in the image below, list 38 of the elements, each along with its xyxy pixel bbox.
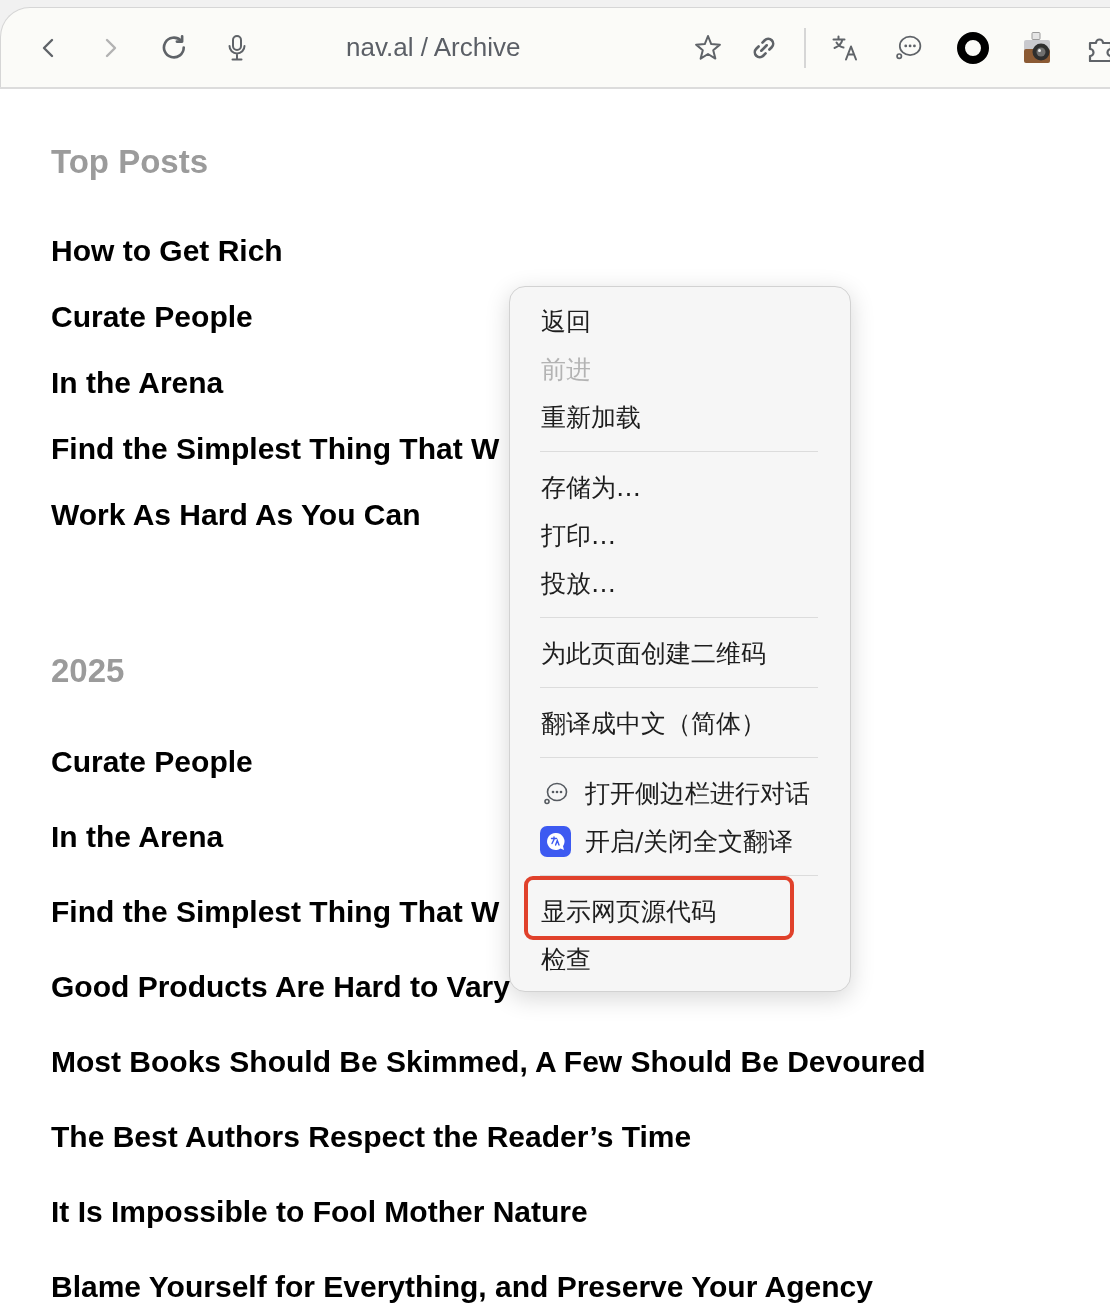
post-link[interactable]: Work As Hard As You Can <box>51 497 421 533</box>
post-link[interactable]: Find the Simplest Thing That W <box>51 431 500 467</box>
chat-tile-icon <box>540 825 571 857</box>
post-link[interactable]: How to Get Rich <box>51 233 283 269</box>
star-icon[interactable] <box>694 34 722 61</box>
post-link[interactable]: The Best Authors Respect the Reader’s Time <box>51 1120 692 1154</box>
speech-bubble-icon <box>544 781 568 805</box>
post-link[interactable]: Blame Yourself for Everything, and Preserve Your Agency <box>51 1270 873 1304</box>
link-icon[interactable] <box>752 35 776 60</box>
translate-icon[interactable] <box>832 34 858 61</box>
post-link[interactable]: Most Books Should Be Skimmed, A Few Should Be Devoured <box>51 1045 926 1079</box>
microphone-icon[interactable] <box>228 34 246 61</box>
reload-icon[interactable] <box>161 35 187 60</box>
menu-item[interactable]: 返回 <box>510 297 850 345</box>
menu-item[interactable]: 检查 <box>510 935 850 983</box>
chevron-left-icon[interactable] <box>42 37 54 58</box>
post-link[interactable]: In the Arena <box>51 365 224 401</box>
post-link[interactable]: Good Products Are Hard to Vary <box>51 970 510 1004</box>
address-field[interactable]: nav.al / Archive <box>346 32 521 63</box>
menu-item[interactable]: 投放… <box>510 559 850 607</box>
menu-item[interactable]: 开启/关闭全文翻译 <box>510 817 850 865</box>
menu-item[interactable]: 重新加载 <box>510 393 850 441</box>
menu-item[interactable]: 打印… <box>510 511 850 559</box>
section-heading: Top Posts <box>51 142 209 182</box>
post-link[interactable]: Curate People <box>51 745 253 779</box>
camera-icon[interactable] <box>1022 31 1052 64</box>
ring-icon[interactable] <box>957 31 989 64</box>
speech-bubble-icon[interactable] <box>896 35 922 60</box>
post-link[interactable]: Curate People <box>51 299 253 335</box>
menu-item[interactable]: 打开侧边栏进行对话 <box>510 769 850 817</box>
post-link[interactable]: Find the Simplest Thing That W <box>51 895 500 929</box>
menu-item[interactable]: 存储为… <box>510 463 850 511</box>
post-link[interactable]: It Is Impossible to Fool Mother Nature <box>51 1195 588 1229</box>
menu-item[interactable]: 显示网页源代码 <box>510 887 850 935</box>
menu-item[interactable]: 翻译成中文（简体） <box>510 699 850 747</box>
post-link[interactable]: In the Arena <box>51 820 224 854</box>
section-heading: 2025 <box>51 651 125 691</box>
menu-item[interactable]: 为此页面创建二维码 <box>510 629 850 677</box>
